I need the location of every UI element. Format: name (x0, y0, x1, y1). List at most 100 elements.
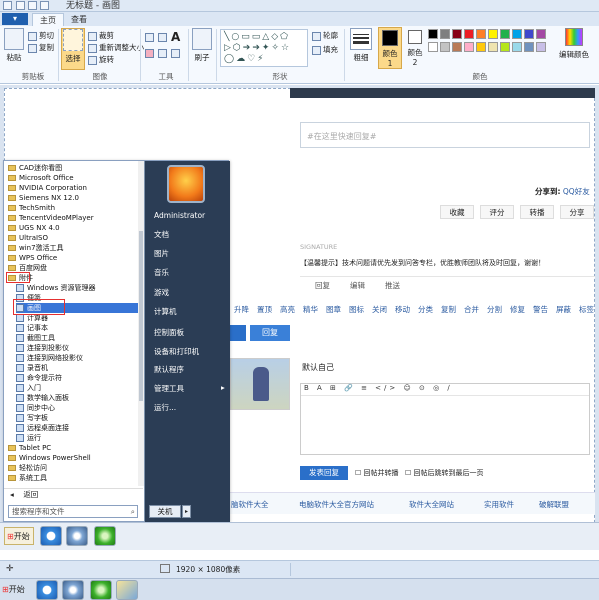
reply-link[interactable]: 回复 (315, 280, 330, 291)
size-button[interactable]: 粗细 (348, 28, 374, 63)
favorite-button[interactable]: 收藏 (440, 205, 474, 219)
palette-swatch[interactable] (488, 29, 498, 39)
palette-swatch[interactable] (452, 42, 462, 52)
palette-swatch[interactable] (452, 29, 462, 39)
palette-swatch[interactable] (476, 42, 486, 52)
color2-button[interactable]: 颜色 2 (404, 27, 426, 67)
repost-button[interactable]: 转播 (520, 205, 554, 219)
inner-start-button[interactable]: ⊞开始 (4, 527, 34, 545)
save-icon[interactable] (16, 1, 25, 10)
moderation-action[interactable]: 复制 (441, 304, 456, 315)
palette-swatch[interactable] (524, 42, 534, 52)
checkbox-jump-last[interactable]: ☐ 回帖后跳转到最后一页 (405, 468, 484, 478)
reply-editor[interactable]: B A ⊞ 🔗 ≡ </> ☺ ⊙ ◎ ∕ (300, 383, 590, 455)
footer-link[interactable]: 软件大全网站 (409, 499, 454, 510)
eraser-tool[interactable] (145, 48, 156, 58)
program-item[interactable]: 运行 (16, 433, 41, 443)
moderation-action[interactable]: 关闭 (372, 304, 387, 315)
program-item[interactable]: Tablet PC (8, 443, 51, 453)
program-item[interactable]: 远程桌面连接 (16, 423, 69, 433)
moderation-action[interactable]: 移动 (395, 304, 410, 315)
start-right-item[interactable]: 控制面板 (154, 327, 184, 338)
tab-view[interactable]: 查看 (64, 13, 94, 26)
start-right-item[interactable]: 设备和打印机 (154, 346, 199, 357)
footer-link[interactable]: 破解联盟 (539, 499, 569, 510)
palette-swatch[interactable] (500, 42, 510, 52)
program-item[interactable]: 命令提示符 (16, 373, 62, 383)
select-button[interactable]: 选择 (61, 28, 85, 70)
footer-link[interactable]: 脑软件大全 (231, 499, 269, 510)
dropdown-arrow[interactable] (230, 325, 246, 341)
push-link[interactable]: 推送 (385, 280, 400, 291)
shapes-gallery[interactable]: ╲○▭▭△◇⬠ ▷⬡➔➔✦✧☆ ◯☁♡⚡ (220, 29, 308, 67)
refresh-app-icon[interactable] (94, 526, 116, 546)
shutdown-button[interactable]: 关机 (149, 505, 181, 518)
program-item[interactable]: UGS NX 4.0 (8, 223, 60, 233)
program-item[interactable]: 系统工具 (8, 473, 47, 483)
moderation-action[interactable]: 标签 (579, 304, 594, 315)
crop-button[interactable]: 裁剪 (88, 30, 114, 41)
program-item[interactable]: WPS Office (8, 253, 57, 263)
palette-swatch[interactable] (536, 42, 546, 52)
outline-button[interactable]: 轮廓 (312, 30, 338, 41)
moderation-action[interactable]: 分类 (418, 304, 433, 315)
moderation-action[interactable]: 高亮 (280, 304, 295, 315)
palette-swatch[interactable] (488, 42, 498, 52)
browser-icon[interactable] (40, 526, 62, 546)
file-menu-button[interactable]: ▾ (2, 13, 28, 25)
text-tool[interactable]: A (171, 30, 180, 44)
palette-swatch[interactable] (512, 42, 522, 52)
rotate-button[interactable]: 旋转 (88, 54, 114, 65)
edit-link[interactable]: 编辑 (350, 280, 365, 291)
rate-button[interactable]: 评分 (480, 205, 514, 219)
refresh-app-icon[interactable] (90, 580, 112, 600)
pencil-tool[interactable] (145, 32, 156, 42)
fill-button[interactable]: 填充 (312, 44, 338, 55)
color-picker-tool[interactable] (158, 48, 169, 58)
program-item[interactable]: 数学输入面板 (16, 393, 69, 403)
tab-home[interactable]: 主页 (32, 13, 64, 26)
moderation-action[interactable]: 精华 (303, 304, 318, 315)
moderation-action[interactable]: 警告 (533, 304, 548, 315)
app-icon[interactable] (66, 526, 88, 546)
color1-button[interactable]: 颜色 1 (378, 27, 402, 69)
undo-icon[interactable] (28, 1, 37, 10)
start-right-item[interactable]: 默认程序 (154, 364, 184, 375)
program-item[interactable]: 轻松访问 (8, 463, 47, 473)
brushes-button[interactable]: 刷子 (191, 28, 213, 63)
start-right-item[interactable]: 管理工具 (154, 383, 184, 394)
program-item[interactable]: win7激活工具 (8, 243, 64, 253)
start-search-input[interactable]: 搜索程序和文件 ⌕ (8, 505, 138, 518)
program-item[interactable]: CAD迷你看图 (8, 163, 62, 173)
reply-button[interactable]: 回复 (250, 325, 290, 341)
program-item[interactable]: Windows 资源管理器 (16, 283, 95, 293)
paint-taskbar-icon[interactable] (116, 580, 138, 600)
start-right-item[interactable]: 游戏 (154, 287, 169, 298)
start-right-item[interactable]: 文档 (154, 229, 169, 240)
moderation-action[interactable]: 升降 (234, 304, 249, 315)
shutdown-options-arrow[interactable]: ▸ (182, 505, 191, 518)
program-item[interactable]: 连接到投影仪 (16, 343, 69, 353)
paint-app-icon[interactable] (3, 1, 12, 10)
start-right-item[interactable]: 图片 (154, 248, 169, 259)
program-item[interactable]: Microsoft Office (8, 173, 74, 183)
redo-icon[interactable] (40, 1, 49, 10)
fill-tool[interactable] (158, 32, 169, 42)
start-right-item[interactable]: 计算机 (154, 306, 177, 317)
start-button[interactable]: ⊞开始 (2, 581, 32, 599)
program-item[interactable]: NVIDIA Corporation (8, 183, 87, 193)
moderation-action[interactable]: 图章 (326, 304, 341, 315)
program-item[interactable]: 连接到网络投影仪 (16, 353, 83, 363)
magnifier-tool[interactable] (171, 48, 182, 58)
program-item[interactable]: 写字板 (16, 413, 48, 423)
start-right-item[interactable]: 运行... (154, 402, 176, 413)
program-item[interactable]: Windows PowerShell (8, 453, 91, 463)
start-right-item[interactable]: 音乐 (154, 267, 169, 278)
browser-icon[interactable] (36, 580, 58, 600)
paste-button[interactable]: 粘贴 (3, 28, 25, 63)
quick-reply-box[interactable]: #在这里快速回复# (300, 122, 590, 148)
edit-colors-button[interactable]: 编辑颜色 (552, 28, 596, 60)
program-item[interactable]: 同步中心 (16, 403, 55, 413)
palette-swatch[interactable] (440, 42, 450, 52)
palette-swatch[interactable] (464, 29, 474, 39)
